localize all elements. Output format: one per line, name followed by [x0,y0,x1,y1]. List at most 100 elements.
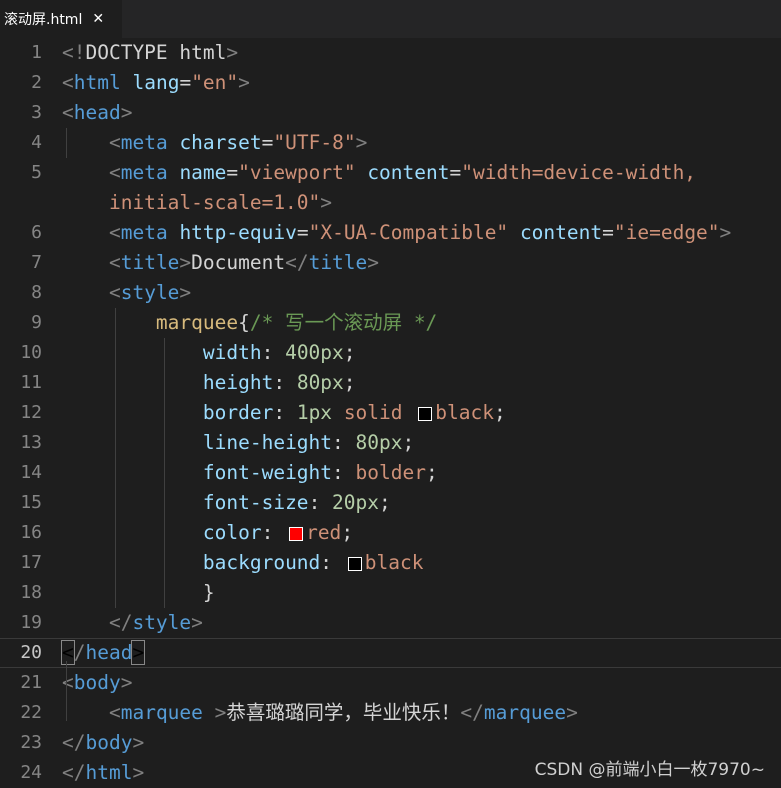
code-token: "ie=edge" [613,221,720,244]
code-token: = [261,131,274,154]
code-line[interactable]: 17 background: black [0,548,781,578]
code-token: 1px [296,401,333,424]
code-token: 80px [296,371,344,394]
color-swatch-icon[interactable] [347,557,362,571]
close-icon[interactable]: ✕ [92,11,104,27]
code-token: black [364,551,424,574]
code-token: = [226,161,239,184]
color-swatch-icon[interactable] [418,407,433,421]
code-token: title [120,251,180,274]
code-line[interactable]: initial-scale=1.0"> [0,188,781,218]
code-line[interactable]: 22 <marquee >恭喜璐璐同学，毕业快乐！</marquee> [0,698,781,728]
code-line[interactable]: 21 <body> [0,668,781,698]
code-line[interactable]: 10 width: 400px; [0,338,781,368]
code-token: ; [493,401,506,424]
code-line[interactable]: 9 marquee{/* 写一个滚动屏 */ [0,308,781,338]
code-token: < [61,640,75,665]
code-line[interactable]: 16 color: red; [0,518,781,548]
code-line[interactable]: 6 <meta http-equiv="X-UA-Compatible" con… [0,218,781,248]
code-text: width: 400px; [62,338,356,368]
code-line[interactable]: 2 <html lang="en"> [0,68,781,98]
code-editor[interactable]: 24 </html> 23 </body> 22 <marquee >恭喜璐璐同学，毕业… [0,38,781,788]
code-token: style [132,611,192,634]
code-line[interactable]: 5 <meta name="viewport" content="width=d… [0,158,781,188]
code-token: < [62,671,74,694]
code-line[interactable]: 11 height: 80px; [0,368,781,398]
code-token: </ [62,731,86,754]
tab-file[interactable]: 滚动屏.html ✕ [0,0,122,38]
indent-guide [164,338,165,608]
code-line[interactable]: 12 border: 1px solid black; [0,398,781,428]
code-token: title [308,251,368,274]
line-number: 11 [20,372,42,393]
line-number: 8 [31,282,42,303]
code-token: font-weight [202,461,333,484]
code-token: ; [343,341,356,364]
code-token: < [108,281,121,304]
code-token: charset [179,131,262,154]
code-text: height: 80px; [62,368,356,398]
code-token: bolder [355,461,426,484]
code-token: } [62,581,215,604]
line-number: 16 [20,522,42,543]
line-number: 24 [20,762,42,783]
line-number: 9 [31,312,42,333]
code-line[interactable]: 7 <title>Document</title> [0,248,781,278]
code-token: > [355,131,368,154]
code-token: > [191,611,203,634]
line-number: 18 [20,582,42,603]
code-line[interactable]: 15 font-size: 20px; [0,488,781,518]
line-number: 5 [31,162,42,183]
code-token: body [85,731,133,754]
code-line[interactable]: 3 <head> [0,98,781,128]
code-token: marquee [120,701,203,724]
code-token: > [367,251,380,274]
code-line[interactable]: 23 </body> [0,728,781,758]
code-token: html [85,761,133,784]
indent-guide [66,128,67,158]
code-token: < [108,701,121,724]
code-line[interactable]: 18 } [0,578,781,608]
line-number: 2 [31,72,42,93]
code-text: marquee{/* 写一个滚动屏 */ [62,308,437,338]
code-token: > [132,731,145,754]
code-token: : [332,431,356,454]
code-token: : [261,341,286,364]
code-text: <style> [62,278,191,308]
line-number: 23 [20,732,42,753]
code-line[interactable]: 4 <meta charset="UTF-8"> [0,128,781,158]
code-token: meta [120,131,168,154]
code-line[interactable]: 8 <style> [0,278,781,308]
code-token: < [108,131,121,154]
line-number: 19 [20,612,42,633]
code-line[interactable]: 19 </style> [0,608,781,638]
code-token: < [108,161,121,184]
code-token: = [179,71,192,94]
code-line[interactable]: 14 font-weight: bolder; [0,458,781,488]
code-token: : [273,371,297,394]
code-token: html [73,71,121,94]
line-number: 3 [31,102,42,123]
code-token: : [261,521,286,544]
line-number: 17 [20,552,42,573]
code-line[interactable]: 1 <!DOCTYPE html> [0,38,781,68]
code-line[interactable]: 13 line-height: 80px; [0,428,781,458]
line-number: 21 [20,672,42,693]
code-token: : [308,491,333,514]
code-token: Document [191,251,286,274]
code-token: > [132,761,145,784]
color-swatch-icon[interactable] [289,527,304,541]
code-token: content [367,161,450,184]
tab-bar: 滚动屏.html ✕ [0,0,781,38]
code-text: background: black [62,548,424,578]
code-token: <! [62,41,86,64]
code-line[interactable]: 20 </head> [0,638,781,668]
